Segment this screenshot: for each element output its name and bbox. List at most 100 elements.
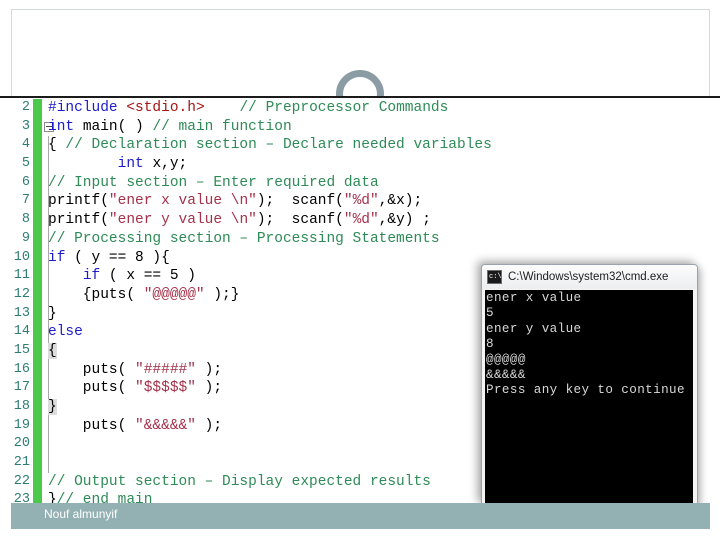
cmd-titlebar[interactable]: C:\Windows\system32\cmd.exe — [482, 265, 697, 289]
change-indicator-bar — [33, 192, 42, 212]
line-number: 17 — [13, 380, 30, 396]
change-indicator-bar — [33, 379, 42, 398]
line-number: 14 — [13, 324, 30, 340]
console-output-line: 5 — [486, 306, 494, 321]
code-token: ,&y) ; — [378, 212, 431, 229]
code-line-text: puts( "&&&&&" ); — [48, 417, 222, 436]
code-token: "ener y value \n" — [108, 212, 257, 229]
code-token: // Output section – Display expected res… — [48, 473, 431, 490]
code-line-text: puts( "#####" ); — [48, 361, 222, 380]
slide-footer-bar: Nouf almunyif — [11, 503, 710, 529]
line-number: 3 — [21, 118, 30, 134]
code-line-text: int main( ) // main function — [48, 118, 292, 137]
code-token: "%d" — [343, 193, 379, 210]
line-number: 6 — [21, 174, 30, 190]
code-token: else — [48, 324, 83, 341]
code-token: // main function — [152, 118, 292, 135]
line-number: 10 — [13, 249, 30, 265]
line-number: 13 — [13, 305, 30, 321]
console-output-line: ener x value — [486, 291, 582, 305]
code-line-text: printf("ener x value \n"); scanf("%d",&x… — [48, 192, 422, 211]
code-line[interactable]: 4 { // Declaration section – Declare need… — [0, 136, 720, 156]
code-token: // Declaration section – Declare needed … — [65, 137, 492, 154]
line-number: 15 — [13, 342, 30, 358]
code-token: ( y == 8 ){ — [65, 249, 170, 266]
change-indicator-bar — [33, 454, 42, 473]
change-indicator-bar — [33, 285, 42, 305]
code-line[interactable]: 6 // Input section – Enter required data — [0, 173, 720, 193]
code-line-text: } — [48, 305, 57, 324]
code-token: } — [48, 305, 57, 322]
line-number: 21 — [13, 455, 30, 471]
change-indicator-bar — [33, 416, 42, 436]
change-indicator-bar — [33, 323, 42, 342]
fold-guide-line — [48, 435, 49, 455]
console-output-line: @@@@@ — [486, 352, 526, 367]
change-indicator-bar — [33, 435, 42, 455]
code-token: "#####" — [135, 361, 196, 378]
line-number: 5 — [21, 156, 30, 172]
code-token: #include — [48, 100, 127, 116]
code-token: <stdio.h> — [126, 100, 205, 116]
change-indicator-bar — [33, 248, 42, 268]
change-indicator-bar — [33, 211, 42, 230]
line-number: 22 — [13, 473, 30, 489]
code-token: { — [48, 137, 66, 154]
code-token: int — [117, 156, 153, 173]
line-number: 20 — [13, 436, 30, 452]
code-token: ); — [195, 380, 223, 397]
code-line[interactable]: 9 // Processing section – Processing Stat… — [0, 229, 720, 249]
code-line-text: // Processing section – Processing State… — [48, 230, 440, 249]
console-output-line: 8 — [486, 337, 494, 352]
code-token: x,y; — [152, 156, 188, 173]
code-token: printf( — [48, 212, 109, 229]
code-line-text: { — [48, 342, 57, 361]
console-output-line: Press any key to continue — [486, 383, 685, 398]
line-number: 11 — [13, 268, 30, 284]
code-token: ); — [195, 361, 223, 378]
change-indicator-bar — [33, 99, 42, 118]
code-line[interactable]: 7 printf("ener x value \n"); scanf("%d",&… — [0, 192, 720, 212]
code-line-text: // Input section – Enter required data — [48, 174, 379, 193]
code-line[interactable]: 8 printf("ener y value \n"); scanf("%d",&… — [0, 211, 720, 230]
code-token: {puts( — [48, 286, 144, 303]
code-token: ( x == 5 ) — [100, 268, 196, 285]
line-number: 4 — [21, 137, 30, 153]
code-token: // Preprocessor Commands — [239, 100, 449, 116]
code-token: "@@@@@" — [143, 286, 205, 303]
code-token: puts( — [48, 361, 136, 378]
change-indicator-bar — [33, 360, 42, 380]
change-indicator-bar — [33, 136, 42, 156]
code-line[interactable]: 5 int x,y; — [0, 155, 720, 174]
code-line-text: {puts( "@@@@@" );} — [48, 286, 240, 305]
code-token: ); scanf( — [256, 193, 344, 210]
code-line[interactable]: 2 #include <stdio.h> // Preprocessor Comm… — [0, 99, 720, 118]
code-token: );} — [204, 286, 240, 303]
code-line-text: puts( "$$$$$" ); — [48, 379, 222, 398]
change-indicator-bar — [33, 304, 42, 324]
code-token: // Processing section – Processing State… — [48, 230, 440, 247]
cmd-output-screen: ener x value 5 ener y value 8 @@@@@ &&&&& Pres… — [485, 290, 693, 504]
line-number: 18 — [13, 399, 30, 414]
console-output-line: ener y value — [486, 321, 582, 336]
cmd-console-window[interactable]: C:\Windows\system32\cmd.exe ener x value… — [481, 264, 698, 505]
code-token: puts( — [48, 417, 136, 434]
code-token: ,&x); — [378, 193, 423, 210]
line-number: 2 — [21, 100, 30, 115]
code-token: "$$$$$" — [135, 380, 196, 397]
code-line-text: { // Declaration section – Declare neede… — [48, 136, 492, 155]
code-token: int — [48, 118, 83, 135]
code-token: if — [48, 249, 66, 266]
code-token: "%d" — [343, 212, 379, 229]
code-line-text: int x,y; — [48, 155, 188, 174]
code-line-text: if ( y == 8 ){ — [48, 249, 170, 268]
code-token: // Input section – Enter required data — [48, 174, 379, 191]
change-indicator-bar — [33, 267, 42, 286]
change-indicator-bar — [33, 117, 42, 137]
code-token: ); — [195, 417, 223, 434]
code-line[interactable]: 3 int main( ) // main function — [0, 117, 720, 137]
fold-guide-line — [48, 454, 49, 473]
code-line-text: } — [48, 398, 57, 417]
